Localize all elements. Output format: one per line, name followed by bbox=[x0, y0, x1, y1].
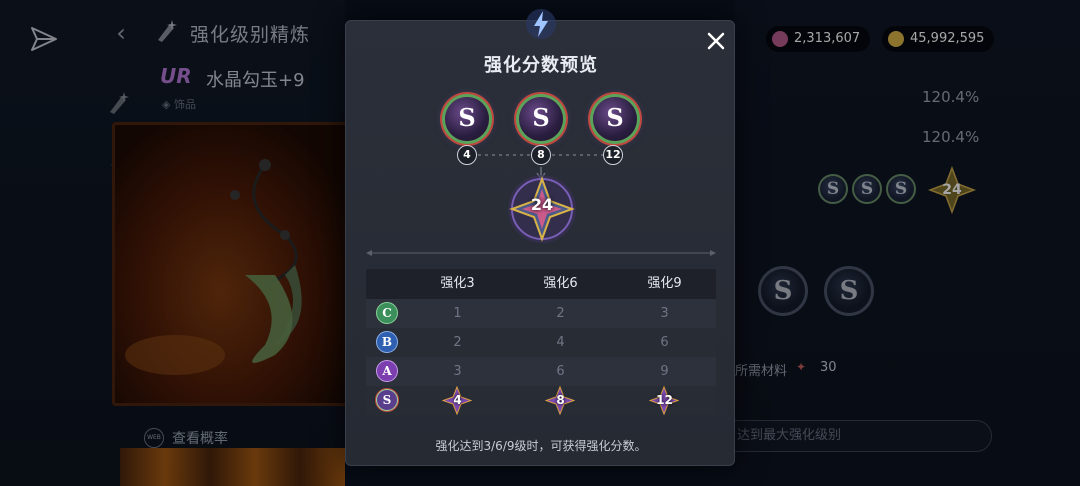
table-cell: 4 bbox=[453, 393, 462, 407]
footnote: 强化达到3/6/9级时，可获得强化分数。 bbox=[435, 439, 647, 453]
grade-orb-s: S bbox=[445, 97, 489, 141]
table-row: B 2 4 6 bbox=[366, 328, 716, 357]
divider bbox=[366, 250, 716, 256]
step-number: 4 bbox=[457, 145, 477, 165]
grade-orb-s: S bbox=[519, 97, 563, 141]
table-cell: 3 bbox=[453, 364, 462, 379]
table-cell: 1 bbox=[453, 306, 462, 321]
score-table: 强化3 强化6 强化9 C 1 2 3 B 2 4 6 A 3 6 9 S 4 … bbox=[366, 269, 716, 417]
table-cell: 9 bbox=[660, 364, 669, 379]
table-cell: 6 bbox=[556, 364, 565, 379]
grade-orb-s: S bbox=[593, 97, 637, 141]
grade-a-icon: A bbox=[376, 360, 398, 382]
column-header: 强化3 bbox=[440, 276, 475, 291]
table-cell: 3 bbox=[660, 306, 669, 321]
score-star-cell: 8 bbox=[509, 386, 612, 415]
table-cell: 2 bbox=[453, 335, 462, 350]
table-cell: 8 bbox=[556, 393, 565, 407]
table-row: C 1 2 3 bbox=[366, 299, 716, 328]
score-preview-modal: 强化分数预览 S S S 4 8 12 24 强化3 强化6 强化9 C 1 2… bbox=[345, 9, 735, 466]
score-star-cell: 12 bbox=[613, 386, 716, 415]
table-row: S 4 8 12 bbox=[366, 386, 716, 415]
score-star-cell: 4 bbox=[406, 386, 509, 415]
column-header: 强化6 bbox=[543, 276, 578, 291]
grade-c-icon: C bbox=[376, 302, 398, 324]
step-number: 12 bbox=[603, 145, 623, 165]
table-cell: 12 bbox=[656, 393, 673, 407]
column-header: 强化9 bbox=[647, 276, 682, 291]
step-number: 8 bbox=[531, 145, 551, 165]
table-row: A 3 6 9 bbox=[366, 357, 716, 386]
table-cell: 2 bbox=[556, 306, 565, 321]
grade-b-icon: B bbox=[376, 331, 398, 353]
table-cell: 6 bbox=[660, 335, 669, 350]
total-score-value: 24 bbox=[530, 195, 554, 214]
grade-s-icon: S bbox=[376, 389, 398, 411]
table-cell: 4 bbox=[556, 335, 565, 350]
